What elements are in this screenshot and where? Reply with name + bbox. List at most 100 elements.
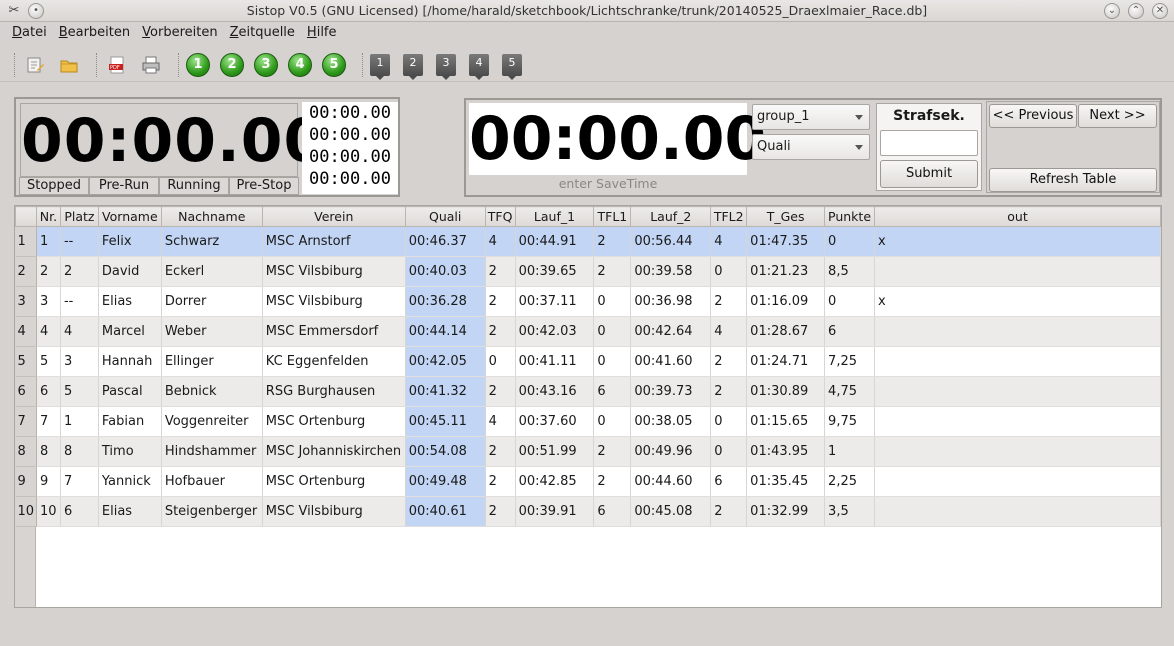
table-cell[interactable]: 00:38.05 xyxy=(630,406,712,437)
table-cell[interactable] xyxy=(874,406,1161,437)
table-cell[interactable]: 4,75 xyxy=(824,376,875,407)
table-row[interactable]: 5 5 3 Hannah Ellinger KC Eggenfelden 00:42.05 0… xyxy=(15,346,1161,377)
row-header[interactable]: 7 xyxy=(15,406,37,437)
table-cell[interactable]: Ellinger xyxy=(161,346,263,377)
table-cell[interactable]: 7 xyxy=(36,406,61,437)
penalty-seconds-input[interactable] xyxy=(880,130,978,156)
table-cell[interactable]: 00:44.60 xyxy=(630,466,712,497)
table-cell[interactable]: 4 xyxy=(36,316,61,347)
table-cell[interactable]: 00:42.03 xyxy=(515,316,595,347)
table-row[interactable]: 6 6 5 Pascal Bebnick RSG Burghausen 00:41.32 2 0… xyxy=(15,376,1161,407)
table-cell[interactable]: Dorrer xyxy=(161,286,263,317)
table-cell[interactable]: 6 xyxy=(60,496,99,527)
column-header[interactable]: Verein xyxy=(261,206,406,227)
menu-datei[interactable]: Datei xyxy=(6,22,53,44)
column-header[interactable]: Nr. xyxy=(35,206,61,227)
previous-button[interactable]: << Previous xyxy=(989,104,1077,128)
table-cell[interactable] xyxy=(874,346,1161,377)
gray-button-3[interactable]: 3 xyxy=(436,53,456,80)
menu-zeitquelle[interactable]: Zeitquelle xyxy=(224,22,301,44)
gray-button-1[interactable]: 1 xyxy=(370,53,390,80)
column-header[interactable]: Lauf_2 xyxy=(630,206,712,227)
table-cell[interactable]: Hannah xyxy=(98,346,162,377)
table-cell[interactable]: MSC Johanniskirchen xyxy=(262,436,406,467)
table-cell[interactable]: 7,25 xyxy=(824,346,875,377)
table-cell[interactable]: 2 xyxy=(485,256,516,287)
edit-document-icon[interactable] xyxy=(22,52,48,78)
column-header[interactable]: out xyxy=(873,206,1161,227)
row-header[interactable]: 2 xyxy=(15,256,37,287)
column-header[interactable]: Lauf_1 xyxy=(514,206,595,227)
row-header[interactable]: 3 xyxy=(15,286,37,317)
table-cell[interactable]: 6 xyxy=(36,376,61,407)
table-cell[interactable]: Eckerl xyxy=(161,256,263,287)
table-cell[interactable]: 6 xyxy=(593,376,632,407)
table-cell[interactable]: 7 xyxy=(60,466,99,497)
table-cell[interactable]: 00:36.98 xyxy=(630,286,712,317)
row-header[interactable]: 8 xyxy=(15,436,37,467)
table-cell[interactable]: 0 xyxy=(593,346,632,377)
close-icon[interactable]: ✕ xyxy=(1152,3,1168,19)
table-cell[interactable]: 1 xyxy=(36,226,61,257)
table-cell[interactable]: 2 xyxy=(710,346,748,377)
table-cell[interactable]: Fabian xyxy=(98,406,162,437)
table-cell[interactable]: 9 xyxy=(36,466,61,497)
gray-button-2[interactable]: 2 xyxy=(403,53,423,80)
column-header[interactable]: Nachname xyxy=(160,206,263,227)
table-cell[interactable]: 01:35.45 xyxy=(746,466,826,497)
group-select[interactable]: group_1 xyxy=(752,104,870,130)
table-cell[interactable]: 8 xyxy=(36,436,61,467)
corner-header[interactable] xyxy=(15,206,37,227)
green-button-5[interactable]: 5 xyxy=(322,52,346,77)
table-cell[interactable]: 00:45.11 xyxy=(405,406,486,437)
table-row[interactable]: 8 8 8 Timo Hindshammer MSC Johanniskirchen 00:… xyxy=(15,436,1161,467)
table-cell[interactable]: 8 xyxy=(60,436,99,467)
row-header[interactable]: 6 xyxy=(15,376,37,407)
table-cell[interactable]: 01:16.09 xyxy=(746,286,826,317)
table-cell[interactable]: 2 xyxy=(710,496,748,527)
green-button-4[interactable]: 4 xyxy=(288,52,312,77)
table-cell[interactable]: Yannick xyxy=(98,466,162,497)
table-cell[interactable]: 2 xyxy=(593,436,632,467)
table-cell[interactable]: 6 xyxy=(824,316,875,347)
table-cell[interactable]: 2 xyxy=(593,256,632,287)
table-cell[interactable] xyxy=(874,496,1161,527)
table-cell[interactable]: 01:28.67 xyxy=(746,316,826,347)
table-cell[interactable]: 0 xyxy=(710,256,748,287)
table-cell[interactable]: 5 xyxy=(36,346,61,377)
table-cell[interactable]: MSC Ortenburg xyxy=(262,406,406,437)
table-cell[interactable]: 00:39.73 xyxy=(630,376,712,407)
refresh-table-button[interactable]: Refresh Table xyxy=(989,168,1157,192)
table-cell[interactable]: 00:40.61 xyxy=(405,496,486,527)
table-cell[interactable]: David xyxy=(98,256,162,287)
table-cell[interactable]: 00:41.32 xyxy=(405,376,486,407)
table-cell[interactable]: 2 xyxy=(710,286,748,317)
table-row[interactable]: 9 9 7 Yannick Hofbauer MSC Ortenburg 00:49.48 2… xyxy=(15,466,1161,497)
gray-button-4[interactable]: 4 xyxy=(469,53,489,80)
table-cell[interactable]: 1 xyxy=(60,406,99,437)
table-cell[interactable]: Hofbauer xyxy=(161,466,263,497)
menu-hilfe[interactable]: Hilfe xyxy=(301,22,343,44)
column-header[interactable]: TFQ xyxy=(484,206,516,227)
table-cell[interactable]: 01:30.89 xyxy=(746,376,826,407)
table-cell[interactable]: 3,5 xyxy=(824,496,875,527)
savetime-input[interactable]: enter SaveTime xyxy=(469,175,747,193)
table-cell[interactable]: 2 xyxy=(485,316,516,347)
table-cell[interactable]: 2 xyxy=(485,436,516,467)
green-button-3[interactable]: 3 xyxy=(254,52,278,77)
table-cell[interactable]: Voggenreiter xyxy=(161,406,263,437)
table-cell[interactable]: Elias xyxy=(98,496,162,527)
table-cell[interactable]: 2,25 xyxy=(824,466,875,497)
table-cell[interactable]: 0 xyxy=(824,226,875,257)
table-cell[interactable]: 00:49.96 xyxy=(630,436,712,467)
table-cell[interactable]: 0 xyxy=(593,286,632,317)
table-cell[interactable]: 2 xyxy=(485,376,516,407)
table-cell[interactable]: KC Eggenfelden xyxy=(262,346,406,377)
table-cell[interactable]: 4 xyxy=(710,316,748,347)
table-cell[interactable]: 2 xyxy=(485,286,516,317)
table-cell[interactable]: 00:44.14 xyxy=(405,316,486,347)
table-cell[interactable]: MSC Vilsbiburg xyxy=(262,496,406,527)
table-cell[interactable]: 2 xyxy=(36,256,61,287)
table-cell[interactable]: 4 xyxy=(710,226,748,257)
table-cell[interactable]: 00:54.08 xyxy=(405,436,486,467)
